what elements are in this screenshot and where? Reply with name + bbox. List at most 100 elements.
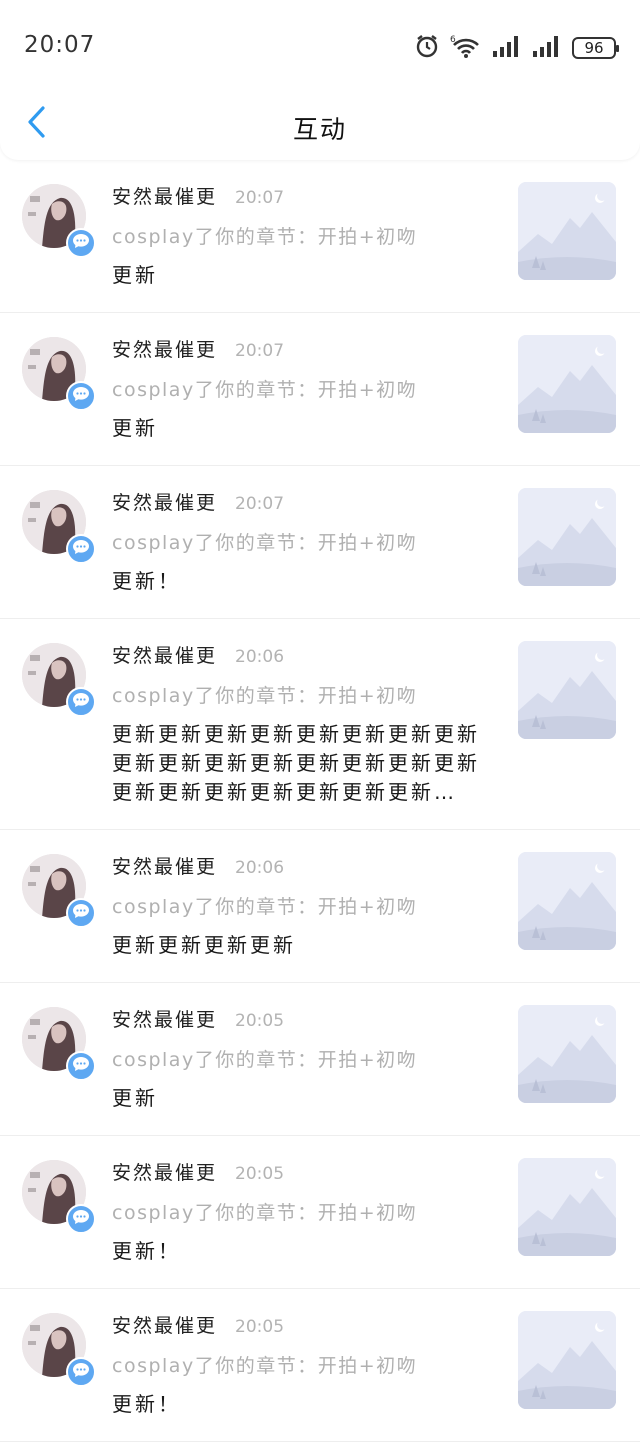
user-name[interactable]: 安然最催更: [112, 1005, 217, 1032]
nav-bar: 互动: [0, 96, 640, 156]
avatar[interactable]: [22, 1160, 96, 1234]
avatar[interactable]: [22, 1007, 96, 1081]
action-text: cosplay了你的章节：开拍+初吻: [112, 532, 418, 554]
user-name[interactable]: 安然最催更: [112, 182, 217, 209]
comment-badge: [66, 1357, 96, 1387]
header: 20:07 6 96 互动: [0, 0, 640, 160]
list-item[interactable]: 安然最催更 20:05 cosplay了你的章节：开拍+初吻 更新！: [0, 1136, 640, 1289]
comment-badge: [66, 687, 96, 717]
action-text: cosplay了你的章节：开拍+初吻: [112, 1355, 418, 1377]
comment-text: 更新！: [112, 1239, 181, 1263]
chat-bubble-icon: [72, 539, 90, 559]
user-name[interactable]: 安然最催更: [112, 641, 217, 668]
svg-text:6: 6: [450, 35, 456, 45]
message-time: 20:06: [235, 858, 285, 878]
list-item[interactable]: 安然最催更 20:07 cosplay了你的章节：开拍+初吻 更新: [0, 160, 640, 313]
chapter-thumbnail[interactable]: [518, 488, 616, 586]
item-header: 安然最催更 20:05: [112, 1005, 482, 1037]
wifi-icon: 6: [450, 33, 482, 63]
signal-icon: [532, 35, 562, 61]
chat-bubble-icon: [72, 903, 90, 923]
comment-badge: [66, 898, 96, 928]
user-name[interactable]: 安然最催更: [112, 335, 217, 362]
chapter-thumbnail[interactable]: [518, 852, 616, 950]
message-time: 20:05: [235, 1164, 285, 1184]
message-time: 20:07: [235, 494, 285, 514]
status-time: 20:07: [24, 32, 96, 58]
list-item[interactable]: 安然最催更 20:06 cosplay了你的章节：开拍+初吻 更新更新更新更新: [0, 830, 640, 983]
user-name[interactable]: 安然最催更: [112, 1158, 217, 1185]
chat-bubble-icon: [72, 1362, 90, 1382]
list-item[interactable]: 安然最催更 20:07 cosplay了你的章节：开拍+初吻 更新！: [0, 466, 640, 619]
list-item[interactable]: 安然最催更 20:06 cosplay了你的章节：开拍+初吻 更新更新更新更新更…: [0, 619, 640, 830]
chapter-thumbnail[interactable]: [518, 1311, 616, 1409]
action-text: cosplay了你的章节：开拍+初吻: [112, 379, 418, 401]
chapter-thumbnail[interactable]: [518, 1005, 616, 1103]
alarm-icon: [414, 33, 440, 63]
item-content: 安然最催更 20:05 cosplay了你的章节：开拍+初吻 更新: [112, 1005, 482, 1113]
user-name[interactable]: 安然最催更: [112, 488, 217, 515]
item-header: 安然最催更 20:06: [112, 852, 482, 884]
message-time: 20:06: [235, 647, 285, 667]
item-content: 安然最催更 20:06 cosplay了你的章节：开拍+初吻 更新更新更新更新更…: [112, 641, 482, 807]
item-header: 安然最催更 20:07: [112, 335, 482, 367]
item-content: 安然最催更 20:05 cosplay了你的章节：开拍+初吻 更新！: [112, 1311, 482, 1419]
chat-bubble-icon: [72, 233, 90, 253]
interaction-list: 安然最催更 20:07 cosplay了你的章节：开拍+初吻 更新 安然最催更: [0, 160, 640, 1442]
signal-icon: [492, 35, 522, 61]
comment-text: 更新: [112, 263, 158, 287]
comment-badge: [66, 228, 96, 258]
message-time: 20:05: [235, 1317, 285, 1337]
message-time: 20:07: [235, 341, 285, 361]
item-header: 安然最催更 20:06: [112, 641, 482, 673]
item-header: 安然最催更 20:07: [112, 182, 482, 214]
chat-bubble-icon: [72, 386, 90, 406]
user-name[interactable]: 安然最催更: [112, 852, 217, 879]
list-item[interactable]: 安然最催更 20:07 cosplay了你的章节：开拍+初吻 更新: [0, 313, 640, 466]
item-content: 安然最催更 20:07 cosplay了你的章节：开拍+初吻 更新: [112, 182, 482, 290]
comment-text: 更新！: [112, 569, 181, 593]
item-header: 安然最催更 20:05: [112, 1158, 482, 1190]
list-item[interactable]: 安然最催更 20:05 cosplay了你的章节：开拍+初吻 更新: [0, 983, 640, 1136]
action-text: cosplay了你的章节：开拍+初吻: [112, 1202, 418, 1224]
comment-text: 更新更新更新更新更新更新更新更新更新更新更新更新更新更新更新更新更新更新更新更新…: [112, 722, 480, 804]
user-name[interactable]: 安然最催更: [112, 1311, 217, 1338]
avatar[interactable]: [22, 490, 96, 564]
item-content: 安然最催更 20:07 cosplay了你的章节：开拍+初吻 更新！: [112, 488, 482, 596]
item-content: 安然最催更 20:06 cosplay了你的章节：开拍+初吻 更新更新更新更新: [112, 852, 482, 960]
battery-indicator: 96: [572, 37, 619, 59]
status-bar: 20:07 6 96: [0, 0, 640, 96]
chat-bubble-icon: [72, 1209, 90, 1229]
message-time: 20:05: [235, 1011, 285, 1031]
comment-badge: [66, 381, 96, 411]
action-text: cosplay了你的章节：开拍+初吻: [112, 1049, 418, 1071]
chapter-thumbnail[interactable]: [518, 641, 616, 739]
comment-badge: [66, 1204, 96, 1234]
chat-bubble-icon: [72, 1056, 90, 1076]
chapter-thumbnail[interactable]: [518, 335, 616, 433]
status-icons: 6 96: [414, 32, 619, 64]
page-title: 互动: [292, 115, 347, 144]
chapter-thumbnail[interactable]: [518, 1158, 616, 1256]
avatar[interactable]: [22, 854, 96, 928]
action-text: cosplay了你的章节：开拍+初吻: [112, 226, 418, 248]
comment-badge: [66, 534, 96, 564]
item-content: 安然最催更 20:07 cosplay了你的章节：开拍+初吻 更新: [112, 335, 482, 443]
list-item[interactable]: 安然最催更 20:05 cosplay了你的章节：开拍+初吻 更新！: [0, 1289, 640, 1442]
comment-text: 更新: [112, 1086, 158, 1110]
avatar[interactable]: [22, 184, 96, 258]
avatar[interactable]: [22, 1313, 96, 1387]
message-time: 20:07: [235, 188, 285, 208]
action-text: cosplay了你的章节：开拍+初吻: [112, 685, 418, 707]
chapter-thumbnail[interactable]: [518, 182, 616, 280]
item-header: 安然最催更 20:05: [112, 1311, 482, 1343]
action-text: cosplay了你的章节：开拍+初吻: [112, 896, 418, 918]
avatar[interactable]: [22, 337, 96, 411]
avatar[interactable]: [22, 643, 96, 717]
item-content: 安然最催更 20:05 cosplay了你的章节：开拍+初吻 更新！: [112, 1158, 482, 1266]
comment-text: 更新: [112, 416, 158, 440]
comment-badge: [66, 1051, 96, 1081]
item-header: 安然最催更 20:07: [112, 488, 482, 520]
chat-bubble-icon: [72, 692, 90, 712]
comment-text: 更新！: [112, 1392, 181, 1416]
